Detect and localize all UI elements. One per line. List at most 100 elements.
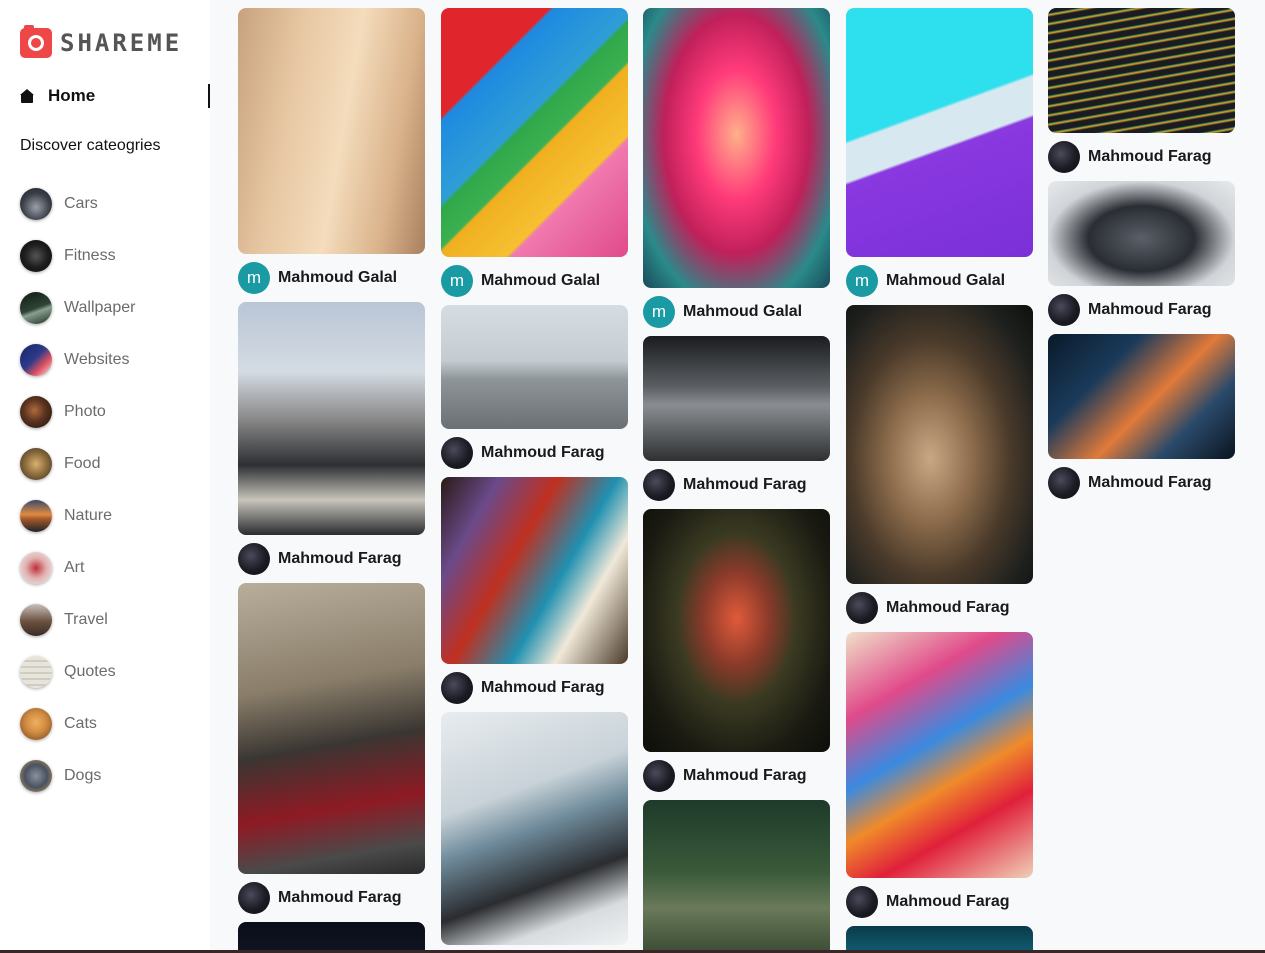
pin-card[interactable]: Mahmoud Farag	[643, 509, 830, 792]
pin-image[interactable]	[643, 509, 830, 752]
pin-card[interactable]: Mahmoud Farag	[238, 302, 425, 575]
avatar	[1048, 467, 1080, 499]
pin-card[interactable]: Mahmoud Farag	[846, 632, 1033, 918]
pin-author[interactable]: Mahmoud Farag	[441, 437, 628, 469]
category-thumbnail	[20, 604, 52, 636]
author-name: Mahmoud Galal	[683, 303, 803, 320]
pin-author[interactable]: Mahmoud Farag	[1048, 294, 1235, 326]
category-item-photo[interactable]: Photo	[20, 386, 135, 438]
author-name: Mahmoud Farag	[481, 444, 605, 461]
avatar	[643, 760, 675, 792]
pin-card[interactable]: Mahmoud Farag	[1048, 181, 1235, 326]
category-list: Cars Fitness Wallpaper Websites Photo Fo…	[20, 178, 135, 802]
category-thumbnail	[20, 656, 52, 688]
category-item-nature[interactable]: Nature	[20, 490, 135, 542]
category-item-quotes[interactable]: Quotes	[20, 646, 135, 698]
pin-author[interactable]: Mahmoud Farag	[238, 543, 425, 575]
category-item-food[interactable]: Food	[20, 438, 135, 490]
pin-image[interactable]	[238, 302, 425, 535]
pin-author[interactable]: Mahmoud Farag	[1048, 141, 1235, 173]
pin-author[interactable]: Mahmoud Farag	[846, 886, 1033, 918]
pin-card[interactable]: Mahmoud Farag	[441, 477, 628, 704]
pin-card[interactable]	[643, 800, 830, 953]
pin-author[interactable]: m Mahmoud Galal	[643, 296, 830, 328]
author-name: Mahmoud Galal	[481, 272, 601, 289]
pin-card[interactable]	[846, 926, 1033, 953]
pin-author[interactable]: m Mahmoud Galal	[846, 265, 1033, 297]
pin-card[interactable]: Mahmoud Farag	[238, 583, 425, 914]
pin-card[interactable]: m Mahmoud Galal	[238, 8, 425, 294]
pin-image[interactable]	[846, 926, 1033, 953]
pin-card[interactable]: Mahmoud Farag	[643, 336, 830, 501]
category-thumbnail	[20, 448, 52, 480]
pin-image[interactable]	[238, 922, 425, 953]
pin-card[interactable]: Mahmoud Farag	[1048, 334, 1235, 499]
pin-card[interactable]	[238, 922, 425, 953]
pin-image[interactable]	[643, 800, 830, 953]
category-label: Fitness	[64, 247, 116, 264]
sidebar-item-home[interactable]: Home	[20, 84, 210, 108]
category-item-fitness[interactable]: Fitness	[20, 230, 135, 282]
category-item-art[interactable]: Art	[20, 542, 135, 594]
pin-image[interactable]	[1048, 334, 1235, 459]
category-thumbnail	[20, 292, 52, 324]
pin-image[interactable]	[238, 8, 425, 254]
pin-card[interactable]: m Mahmoud Galal	[643, 8, 830, 328]
pin-author[interactable]: Mahmoud Farag	[1048, 467, 1235, 499]
pin-image[interactable]	[846, 8, 1033, 257]
pin-card[interactable]	[441, 712, 628, 945]
pin-image[interactable]	[441, 8, 628, 257]
pin-image[interactable]	[441, 305, 628, 429]
pin-author[interactable]: m Mahmoud Galal	[441, 265, 628, 297]
pin-image[interactable]	[441, 712, 628, 945]
pin-image[interactable]	[1048, 181, 1235, 286]
pin-author[interactable]: Mahmoud Farag	[441, 672, 628, 704]
category-item-travel[interactable]: Travel	[20, 594, 135, 646]
category-item-wallpaper[interactable]: Wallpaper	[20, 282, 135, 334]
pin-card[interactable]: Mahmoud Farag	[441, 305, 628, 469]
pin-image[interactable]	[846, 632, 1033, 878]
pin-image[interactable]	[238, 583, 425, 874]
pin-image[interactable]	[1048, 8, 1235, 133]
pin-card[interactable]: Mahmoud Farag	[846, 305, 1033, 624]
pin-author[interactable]: Mahmoud Farag	[643, 760, 830, 792]
author-name: Mahmoud Farag	[683, 476, 807, 493]
category-label: Cars	[64, 195, 98, 212]
category-label: Cats	[64, 715, 97, 732]
avatar	[846, 886, 878, 918]
category-item-cars[interactable]: Cars	[20, 178, 135, 230]
pin-image[interactable]	[643, 336, 830, 461]
pin-image[interactable]	[643, 8, 830, 288]
author-name: Mahmoud Farag	[1088, 148, 1212, 165]
category-item-cats[interactable]: Cats	[20, 698, 135, 750]
pin-image[interactable]	[846, 305, 1033, 584]
avatar	[1048, 294, 1080, 326]
pin-card[interactable]: Mahmoud Farag	[1048, 8, 1235, 173]
pin-author[interactable]: Mahmoud Farag	[643, 469, 830, 501]
pin-image[interactable]	[441, 477, 628, 664]
pin-card[interactable]: m Mahmoud Galal	[441, 8, 628, 297]
category-thumbnail	[20, 240, 52, 272]
avatar	[238, 543, 270, 575]
category-label: Wallpaper	[64, 299, 136, 316]
category-label: Websites	[64, 351, 130, 368]
avatar: m	[441, 265, 473, 297]
category-item-dogs[interactable]: Dogs	[20, 750, 135, 802]
author-name: Mahmoud Farag	[1088, 301, 1212, 318]
category-label: Dogs	[64, 767, 102, 784]
author-name: Mahmoud Farag	[278, 550, 402, 567]
avatar: m	[643, 296, 675, 328]
avatar: m	[238, 262, 270, 294]
pin-author[interactable]: Mahmoud Farag	[846, 592, 1033, 624]
pin-card[interactable]: m Mahmoud Galal	[846, 8, 1033, 297]
author-name: Mahmoud Farag	[278, 889, 402, 906]
logo[interactable]: SHAREME	[20, 25, 183, 58]
app-root: SHAREME Home Discover cateogries Cars Fi…	[0, 0, 1265, 953]
category-item-websites[interactable]: Websites	[20, 334, 135, 386]
pin-author[interactable]: Mahmoud Farag	[238, 882, 425, 914]
category-thumbnail	[20, 500, 52, 532]
author-name: Mahmoud Farag	[683, 767, 807, 784]
avatar	[441, 437, 473, 469]
logo-text: SHAREME	[60, 29, 183, 57]
pin-author[interactable]: m Mahmoud Galal	[238, 262, 425, 294]
